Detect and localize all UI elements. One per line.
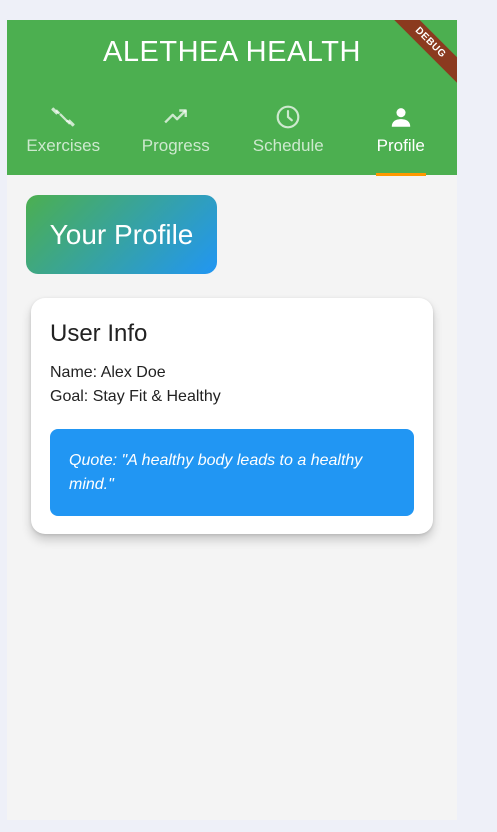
tab-schedule[interactable]: Schedule — [232, 100, 345, 175]
tab-progress-label: Progress — [141, 136, 210, 155]
tab-schedule-label: Schedule — [252, 136, 324, 155]
trending-up-icon — [164, 109, 187, 124]
tab-progress[interactable]: Progress — [120, 100, 233, 175]
quote-text: Quote: "A healthy body leads to a health… — [69, 452, 363, 493]
app-screen: ALETHEA HEALTH Exercises Progress Schedu… — [7, 20, 457, 820]
user-info-card: User Info Name: Alex Doe Goal: Stay Fit … — [31, 298, 433, 534]
tab-profile[interactable]: Profile — [345, 100, 458, 176]
user-name: Name: Alex Doe — [50, 364, 166, 381]
card-title: User Info — [50, 320, 148, 347]
app-title: ALETHEA HEALTH — [103, 36, 361, 68]
tab-bar: Exercises Progress Schedule Profile — [7, 100, 458, 176]
active-tab-indicator — [375, 173, 426, 176]
tab-exercises-label: Exercises — [26, 136, 101, 155]
fitness-icon — [51, 107, 75, 127]
quote-box: Quote: "A healthy body leads to a health… — [50, 429, 414, 516]
profile-header-chip: Your Profile — [26, 195, 217, 274]
app-bar: ALETHEA HEALTH Exercises Progress Schedu… — [7, 20, 458, 176]
clock-icon — [276, 105, 300, 129]
person-icon — [391, 108, 410, 127]
tab-profile-label: Profile — [376, 136, 425, 155]
user-goal: Goal: Stay Fit & Healthy — [50, 388, 221, 405]
tab-exercises[interactable]: Exercises — [7, 100, 120, 175]
